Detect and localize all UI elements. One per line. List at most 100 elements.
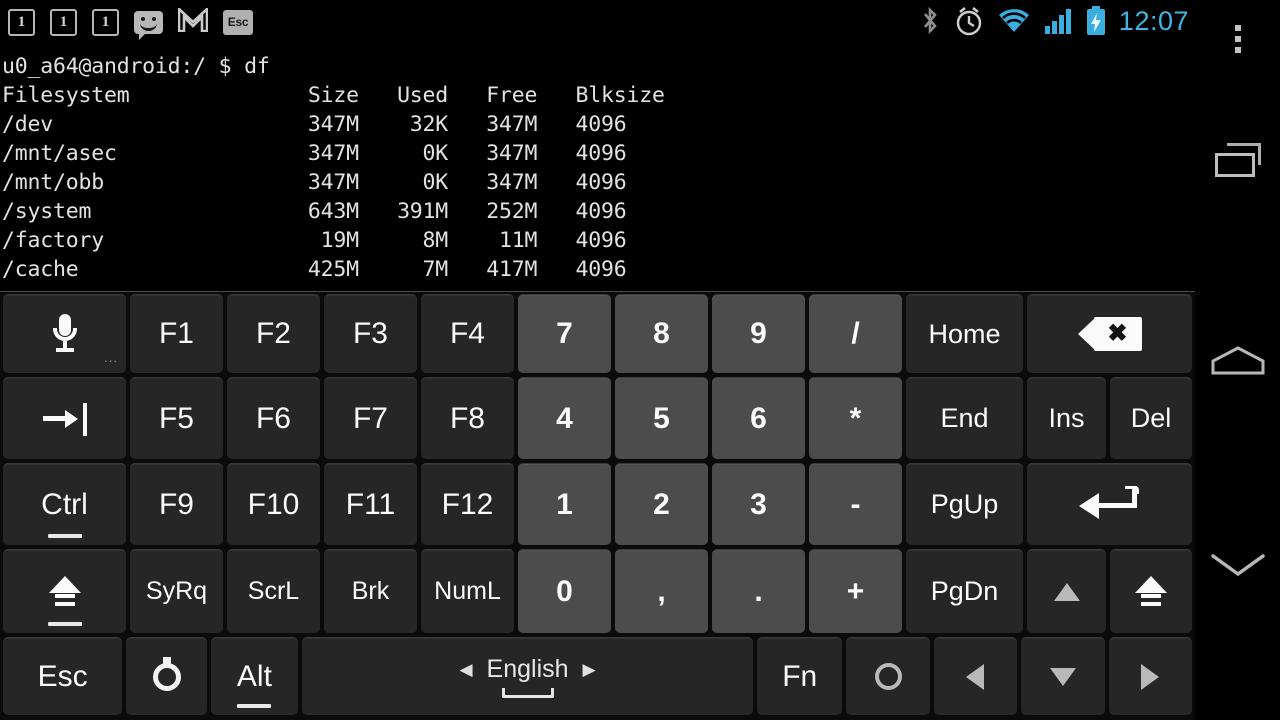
settings-key[interactable] [126,637,207,715]
syrq-key[interactable]: SyRq [130,549,223,633]
slash-key[interactable]: / [809,294,902,373]
microphone-icon [52,314,78,354]
shift-icon [45,575,85,608]
lang-next-arrow-icon[interactable]: ▶ [583,660,596,680]
f5-key[interactable]: F5 [130,377,223,459]
key-label: Alt [236,659,272,693]
arrow-down-key[interactable] [1021,637,1105,715]
key-label: . [754,574,763,608]
key-label: Home [928,318,1001,349]
arrow-left-icon [966,663,985,690]
home-icon[interactable] [1195,320,1280,400]
key-label: SyRq [145,577,208,605]
key-label: F11 [345,487,396,521]
key-label: F3 [352,317,388,350]
key-label: Brk [351,577,390,605]
key-label: F12 [441,487,494,521]
tab-icon [42,402,87,436]
arrow-up-key[interactable] [1027,549,1106,633]
lang-prev-arrow-icon[interactable]: ◀ [459,660,472,680]
minus-key[interactable]: - [809,463,902,545]
esc-key[interactable]: Esc [3,637,123,715]
shift-right-key[interactable] [1110,549,1192,633]
num7-key[interactable]: 7 [518,294,611,373]
key-label: 7 [556,317,573,350]
mic-key[interactable]: ... [3,294,126,373]
num6-key[interactable]: 6 [712,377,805,459]
clock: 12:07 [1118,6,1189,36]
recent-apps-icon[interactable] [1195,126,1280,196]
key-label: Ctrl [41,487,88,521]
f10-key[interactable]: F10 [227,463,320,545]
key-label: PgDn [930,576,999,606]
f11-key[interactable]: F11 [324,463,417,545]
alt-key[interactable]: Alt [210,637,299,715]
ins-key[interactable]: Ins [1027,377,1106,459]
num0-key[interactable]: 0 [518,549,611,633]
battery-charging-icon [1086,6,1105,35]
status-bar[interactable]: 1 1 1 Esc 12:07 [0,0,1195,48]
notification-icons[interactable]: 1 1 1 Esc [8,6,253,40]
ctrl-key[interactable]: Ctrl [3,463,126,545]
arrow-left-key[interactable] [933,637,1018,715]
num8-key[interactable]: 8 [615,294,708,373]
num3-key[interactable]: 3 [712,463,805,545]
plus-key[interactable]: + [809,549,902,633]
comma-key[interactable]: , [615,549,708,633]
arrow-right-key[interactable] [1108,637,1192,715]
circle-key[interactable] [846,637,930,715]
period-key[interactable]: . [712,549,805,633]
key-label: + [846,574,865,608]
scrl-key[interactable]: ScrL [227,549,320,633]
f4-key[interactable]: F4 [421,294,514,373]
spacebar-indicator-icon [501,688,554,698]
f8-key[interactable]: F8 [421,377,514,459]
num9-key[interactable]: 9 [712,294,805,373]
system-status-icons[interactable]: 12:07 [919,5,1189,37]
pgup-key[interactable]: PgUp [906,463,1023,545]
shift-icon [1131,575,1171,608]
f2-key[interactable]: F2 [227,294,320,373]
back-icon[interactable] [1195,525,1280,605]
f1-key[interactable]: F1 [130,294,223,373]
key-label: Esc [37,659,88,693]
f7-key[interactable]: F7 [324,377,417,459]
keyboard-row-1: ... F1 F2 F3 F4 7 8 9 / Home ✖ [0,292,1195,375]
pgdn-key[interactable]: PgDn [906,549,1023,633]
num5-key[interactable]: 5 [615,377,708,459]
key-label: NumL [434,577,501,605]
calendar-badge-icon: 1 [50,9,77,36]
f3-key[interactable]: F3 [324,294,417,373]
asterisk-key[interactable]: * [809,377,902,459]
num4-key[interactable]: 4 [518,377,611,459]
backspace-key[interactable]: ✖ [1027,294,1192,373]
num1-key[interactable]: 1 [518,463,611,545]
brk-key[interactable]: Brk [324,549,417,633]
numl-key[interactable]: NumL [421,549,514,633]
f12-key[interactable]: F12 [421,463,514,545]
enter-icon [1078,485,1141,524]
arrow-down-icon [1049,667,1076,686]
fn-key[interactable]: Fn [757,637,843,715]
keyboard-row-2: F5 F6 F7 F8 4 5 6 * End Ins Del [0,375,1195,461]
keyboard-row-3: Ctrl F9 F10 F11 F12 1 2 3 - PgUp [0,461,1195,547]
f9-key[interactable]: F9 [130,463,223,545]
del-key[interactable]: Del [1110,377,1192,459]
f6-key[interactable]: F6 [227,377,320,459]
calendar-badge-icon: 1 [8,9,35,36]
tab-key[interactable] [3,377,126,459]
num2-key[interactable]: 2 [615,463,708,545]
key-label: F1 [158,317,194,350]
key-label: F5 [158,401,194,435]
end-key[interactable]: End [906,377,1023,459]
overflow-menu-icon[interactable] [1195,8,1280,70]
shift-left-key[interactable] [3,549,126,633]
enter-key[interactable] [1027,463,1192,545]
language-switcher[interactable]: ◀ English ▶ [459,655,595,684]
key-label: 5 [653,401,670,435]
backspace-icon: ✖ [1077,317,1142,351]
home-key[interactable]: Home [906,294,1023,373]
space-key[interactable]: ◀ English ▶ [302,637,754,715]
key-label: F7 [352,401,388,435]
terminal-output[interactable]: u0_a64@android:/ $ df Filesystem Size Us… [0,48,1195,291]
